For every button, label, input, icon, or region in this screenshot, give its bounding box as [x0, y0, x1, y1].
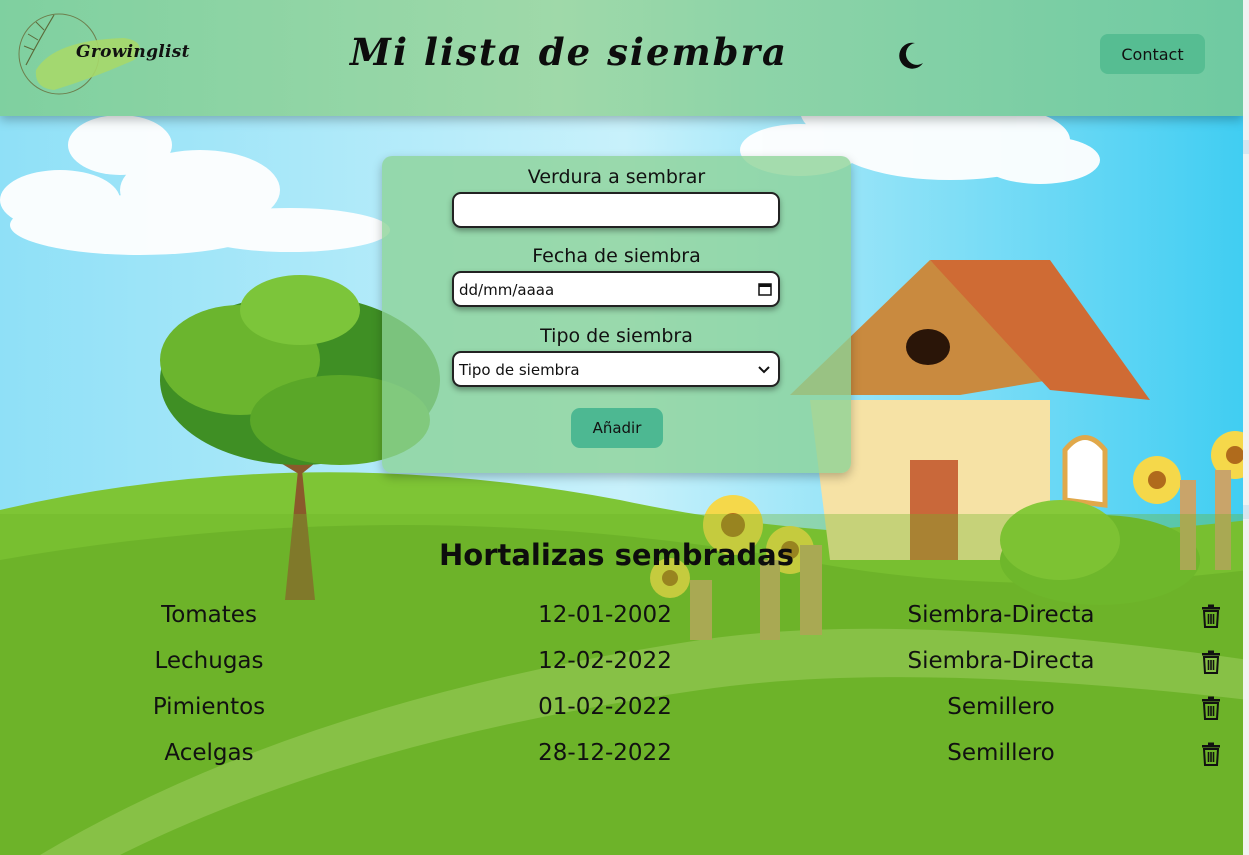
vegetable-name: Acelgas: [164, 740, 254, 766]
vegetable-input[interactable]: [452, 192, 780, 228]
moon-icon-graphic: [899, 42, 923, 69]
sowing-type: Siembra-Directa: [907, 648, 1095, 674]
type-label: Tipo de siembra: [540, 325, 693, 347]
sowing-form: Verdura a sembrar Fecha de siembra dd/mm…: [382, 156, 851, 473]
list-item: Lechugas 12-02-2022 Siembra-Directa: [0, 648, 1243, 688]
sowing-date: 01-02-2022: [538, 694, 672, 720]
vegetable-name: Pimientos: [152, 694, 266, 720]
sowing-date: 28-12-2022: [538, 740, 672, 766]
logo[interactable]: Growinglist: [14, 10, 189, 98]
vegetable-name: Lechugas: [154, 648, 264, 674]
trash-icon[interactable]: [1200, 742, 1222, 766]
vegetable-label: Verdura a sembrar: [527, 166, 706, 188]
scroll-marker: [1243, 140, 1249, 154]
sowing-type: Siembra-Directa: [907, 602, 1095, 628]
sown-vegetables-section: Hortalizas sembradas Tomates 12-01-2002 …: [0, 514, 1243, 855]
header-bar: Growinglist Mi lista de siembra Contact: [0, 0, 1243, 116]
moon-icon[interactable]: [895, 39, 927, 71]
sowing-type-select[interactable]: Tipo de siembra: [452, 351, 780, 387]
list-title: Hortalizas sembradas: [439, 538, 794, 572]
sowing-type: Semillero: [947, 740, 1055, 766]
sowing-type: Semillero: [947, 694, 1055, 720]
list-item: Acelgas 28-12-2022 Semillero: [0, 740, 1243, 780]
date-placeholder: dd/mm/aaaa: [459, 281, 555, 299]
chevron-down-icon: [758, 366, 770, 374]
vegetable-name: Tomates: [161, 602, 257, 628]
sowing-type-selected: Tipo de siembra: [459, 361, 580, 379]
logo-text: Growinglist: [76, 42, 190, 62]
sowing-date: 12-02-2022: [538, 648, 672, 674]
scroll-marker: [1243, 505, 1249, 519]
trash-icon[interactable]: [1200, 696, 1222, 720]
date-label: Fecha de siembra: [532, 245, 701, 267]
calendar-icon[interactable]: [758, 282, 772, 296]
list-item: Pimientos 01-02-2022 Semillero: [0, 694, 1243, 734]
sowing-date-input[interactable]: dd/mm/aaaa: [452, 271, 780, 307]
add-button[interactable]: Añadir: [571, 408, 663, 448]
sowing-date: 12-01-2002: [538, 602, 672, 628]
list-item: Tomates 12-01-2002 Siembra-Directa: [0, 602, 1243, 642]
page-title: Mi lista de siembra: [350, 30, 788, 74]
trash-icon[interactable]: [1200, 604, 1222, 628]
trash-icon[interactable]: [1200, 650, 1222, 674]
scrollbar[interactable]: [1243, 0, 1249, 855]
contact-button[interactable]: Contact: [1100, 34, 1205, 74]
